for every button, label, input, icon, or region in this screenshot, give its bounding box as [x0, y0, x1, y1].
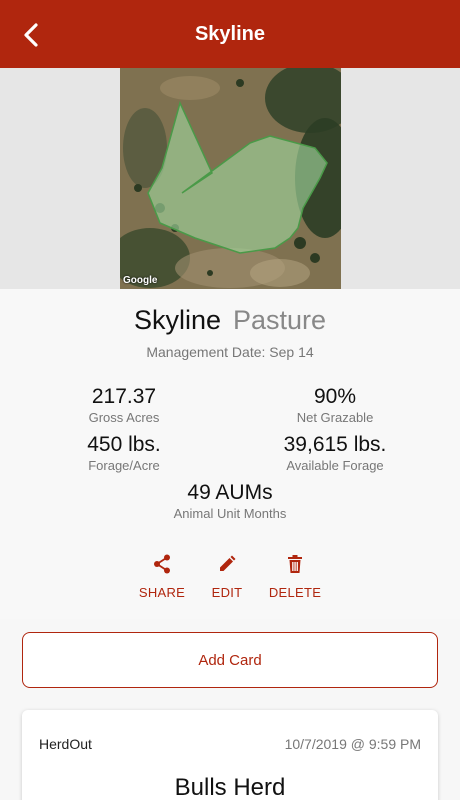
pasture-heading: Skyline Pasture — [0, 305, 460, 336]
delete-label: DELETE — [268, 585, 322, 600]
card-title: Bulls Herd — [174, 774, 286, 800]
stat-value: 39,615 lbs. — [283, 433, 387, 456]
stat-net-grazable: 90% Net Grazable — [245, 385, 425, 425]
satellite-image — [120, 68, 341, 289]
stat-label: Net Grazable — [296, 410, 374, 425]
stat-aums: 49 AUMs Animal Unit Months — [140, 481, 320, 521]
stat-available-forage: 39,615 lbs. Available Forage — [245, 433, 425, 473]
stat-label: Forage/Acre — [88, 458, 160, 473]
trash-icon — [288, 555, 302, 573]
stat-forage-acre: 450 lbs. Forage/Acre — [34, 433, 214, 473]
stat-value: 90% — [313, 385, 357, 408]
pasture-name: Skyline — [133, 305, 221, 335]
stat-value: 450 lbs. — [87, 433, 161, 456]
add-card-button[interactable]: Add Card — [22, 632, 438, 688]
management-date: Management Date: Sep 14 — [146, 344, 314, 360]
app-header: Skyline — [0, 0, 460, 68]
delete-button[interactable]: DELETE — [255, 553, 335, 600]
map-attribution: Google — [123, 275, 158, 286]
share-icon — [154, 554, 170, 574]
pencil-icon — [220, 555, 236, 571]
back-button[interactable] — [14, 19, 48, 51]
chevron-left-icon — [24, 23, 38, 47]
stat-value: 49 AUMs — [187, 481, 273, 504]
stat-label: Gross Acres — [88, 410, 160, 425]
stat-gross-acres: 217.37 Gross Acres — [34, 385, 214, 425]
pasture-type: Pasture — [232, 305, 327, 335]
map-band: Google — [0, 68, 460, 289]
stat-label: Animal Unit Months — [173, 506, 287, 521]
pasture-info: Skyline Pasture Management Date: Sep 14 2… — [0, 289, 460, 619]
card-timestamp: 10/7/2019 @ 9:59 PM — [284, 736, 421, 752]
card-source: HerdOut — [39, 736, 92, 752]
pasture-map[interactable]: Google — [120, 68, 341, 289]
page-title: Skyline — [194, 22, 266, 45]
herd-card[interactable]: HerdOut 10/7/2019 @ 9:59 PM Bulls Herd — [22, 710, 438, 800]
stat-value: 217.37 — [91, 385, 157, 408]
stat-label: Available Forage — [286, 458, 384, 473]
